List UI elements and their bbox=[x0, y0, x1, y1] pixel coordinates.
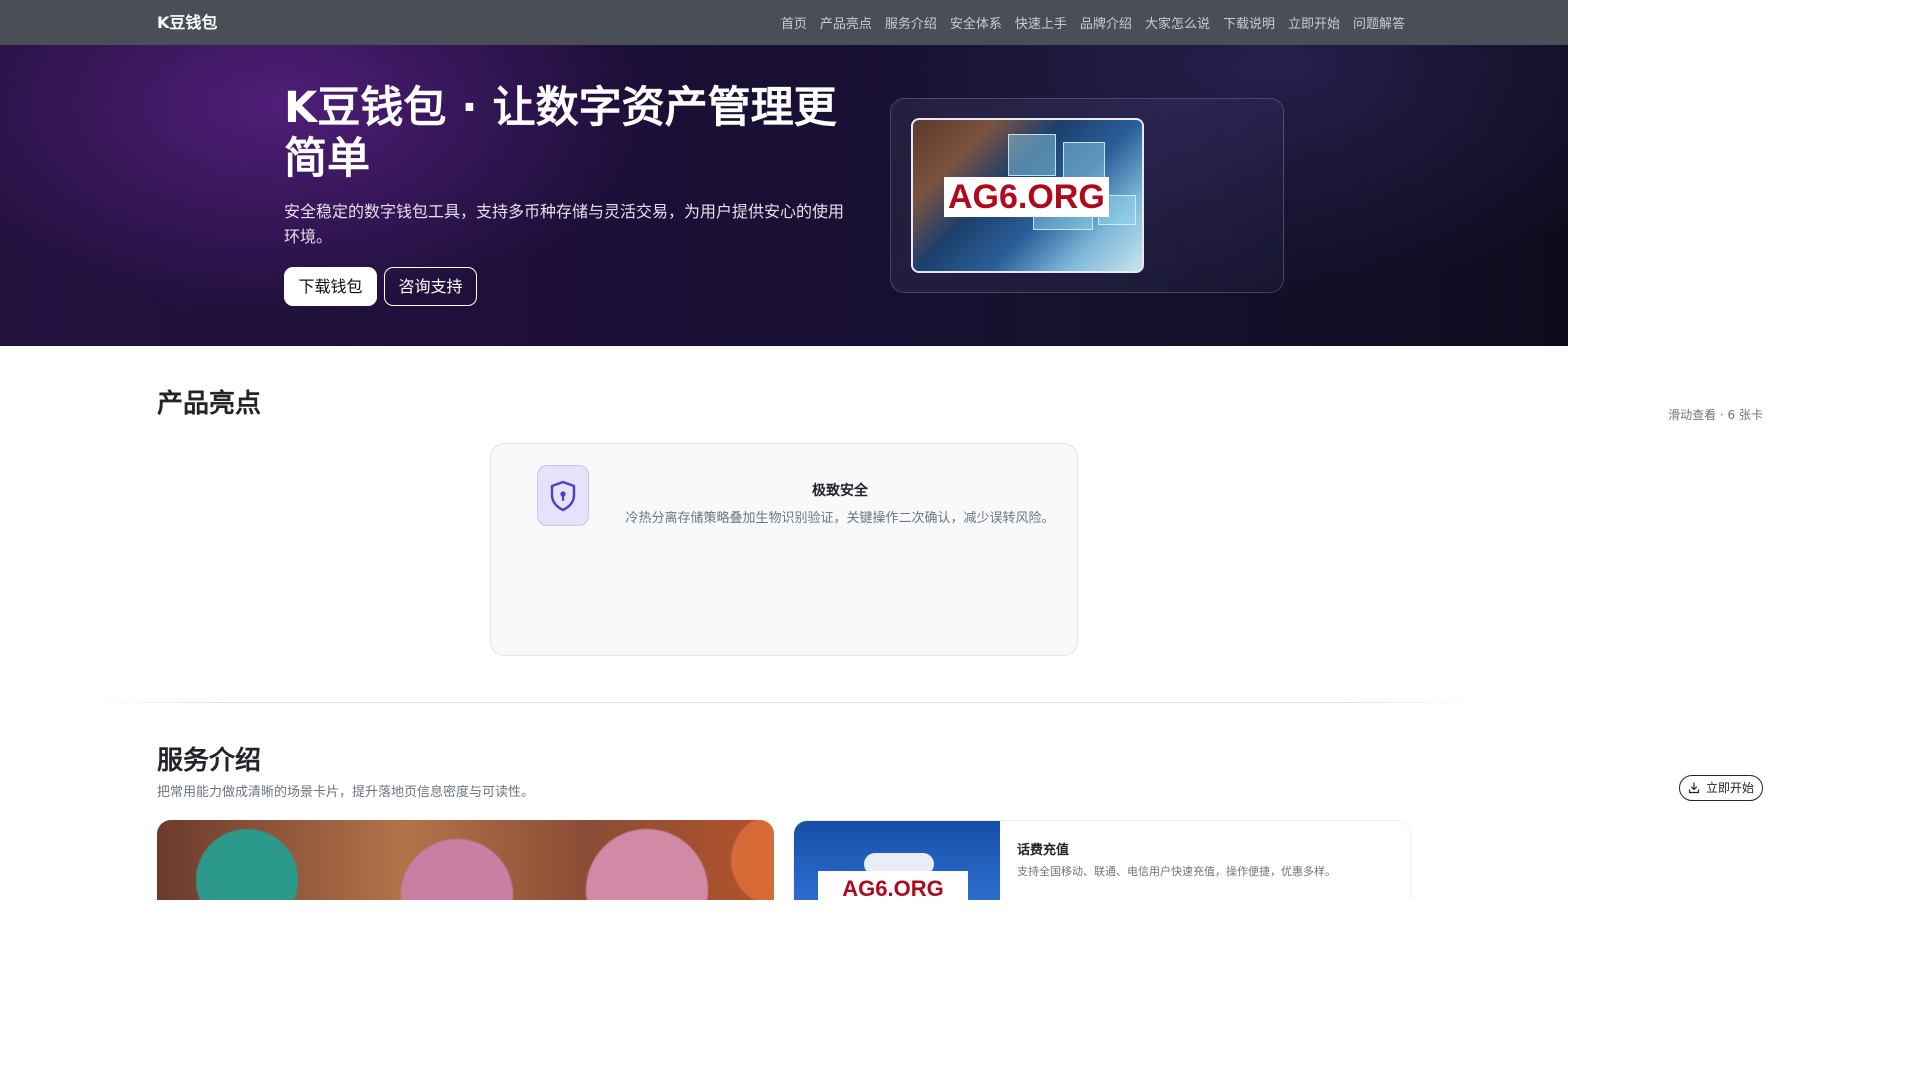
service-card-recharge[interactable]: AG6.ORG 话费充值 支持全国移动、联通、电信用户快速充值，操作便捷，优惠多… bbox=[793, 820, 1411, 900]
nav-link-home[interactable]: 首页 bbox=[781, 13, 807, 32]
download-icon bbox=[1688, 782, 1700, 794]
service-desc-recharge: 支持全国移动、联通、电信用户快速充值，操作便捷，优惠多样。 bbox=[1017, 865, 1336, 878]
image-watermark: AG6.ORG bbox=[944, 177, 1109, 217]
hero-image-card: AG6.ORG bbox=[890, 98, 1284, 293]
service-image-watermark: AG6.ORG bbox=[818, 871, 968, 900]
start-now-button[interactable]: 立即开始 bbox=[1678, 775, 1763, 801]
nav-link-brand[interactable]: 品牌介绍 bbox=[1080, 13, 1132, 32]
services-title: 服务介绍 bbox=[157, 746, 262, 776]
nav-link-start[interactable]: 立即开始 bbox=[1288, 13, 1340, 32]
highlights-title: 产品亮点 bbox=[157, 389, 262, 419]
nav-link-quickstart[interactable]: 快速上手 bbox=[1015, 13, 1067, 32]
nav-link-faq[interactable]: 问题解答 bbox=[1353, 13, 1405, 32]
feature-desc: 冷热分离存储策略叠加生物识别验证，关键操作二次确认，减少误转风险。 bbox=[625, 511, 1055, 526]
nav-link-services[interactable]: 服务介绍 bbox=[885, 13, 937, 32]
nav-link-download[interactable]: 下载说明 bbox=[1223, 13, 1275, 32]
services-subtitle: 把常用能力做成清晰的场景卡片，提升落地页信息密度与可读性。 bbox=[157, 785, 535, 800]
section-divider bbox=[85, 702, 1483, 703]
start-now-label: 立即开始 bbox=[1705, 781, 1754, 795]
nav-link-security[interactable]: 安全体系 bbox=[950, 13, 1002, 32]
contact-support-button[interactable]: 咨询支持 bbox=[384, 267, 477, 306]
hero-section: K豆钱包 · 让数字资产管理更简单 安全稳定的数字钱包工具，支持多币种存储与灵活… bbox=[0, 45, 1568, 346]
nav-link-highlights[interactable]: 产品亮点 bbox=[820, 13, 872, 32]
hero-image: AG6.ORG bbox=[911, 118, 1144, 273]
download-wallet-button[interactable]: 下载钱包 bbox=[284, 267, 377, 306]
brand-logo[interactable]: K豆钱包 bbox=[157, 0, 217, 45]
service-image-recharge: AG6.ORG bbox=[794, 821, 1000, 900]
service-title-recharge: 话费充值 bbox=[1017, 843, 1070, 858]
hero-title: K豆钱包 · 让数字资产管理更简单 bbox=[284, 83, 837, 184]
shield-lock-icon bbox=[537, 465, 589, 526]
service-card-crypto[interactable] bbox=[157, 820, 774, 900]
feature-card[interactable]: 极致安全 冷热分离存储策略叠加生物识别验证，关键操作二次确认，减少误转风险。 bbox=[490, 443, 1078, 656]
navbar: K豆钱包 首页 产品亮点 服务介绍 安全体系 快速上手 品牌介绍 大家怎么说 下… bbox=[0, 0, 1568, 45]
hero-subtitle: 安全稳定的数字钱包工具，支持多币种存储与灵活交易，为用户提供安心的使用环境。 bbox=[284, 202, 845, 246]
nav-link-testimonials[interactable]: 大家怎么说 bbox=[1145, 13, 1210, 32]
carousel-hint: 滑动查看 · 6 张卡 bbox=[1668, 408, 1763, 422]
nav-links: 首页 产品亮点 服务介绍 安全体系 快速上手 品牌介绍 大家怎么说 下载说明 立… bbox=[781, 0, 1405, 45]
feature-title: 极致安全 bbox=[812, 483, 868, 499]
